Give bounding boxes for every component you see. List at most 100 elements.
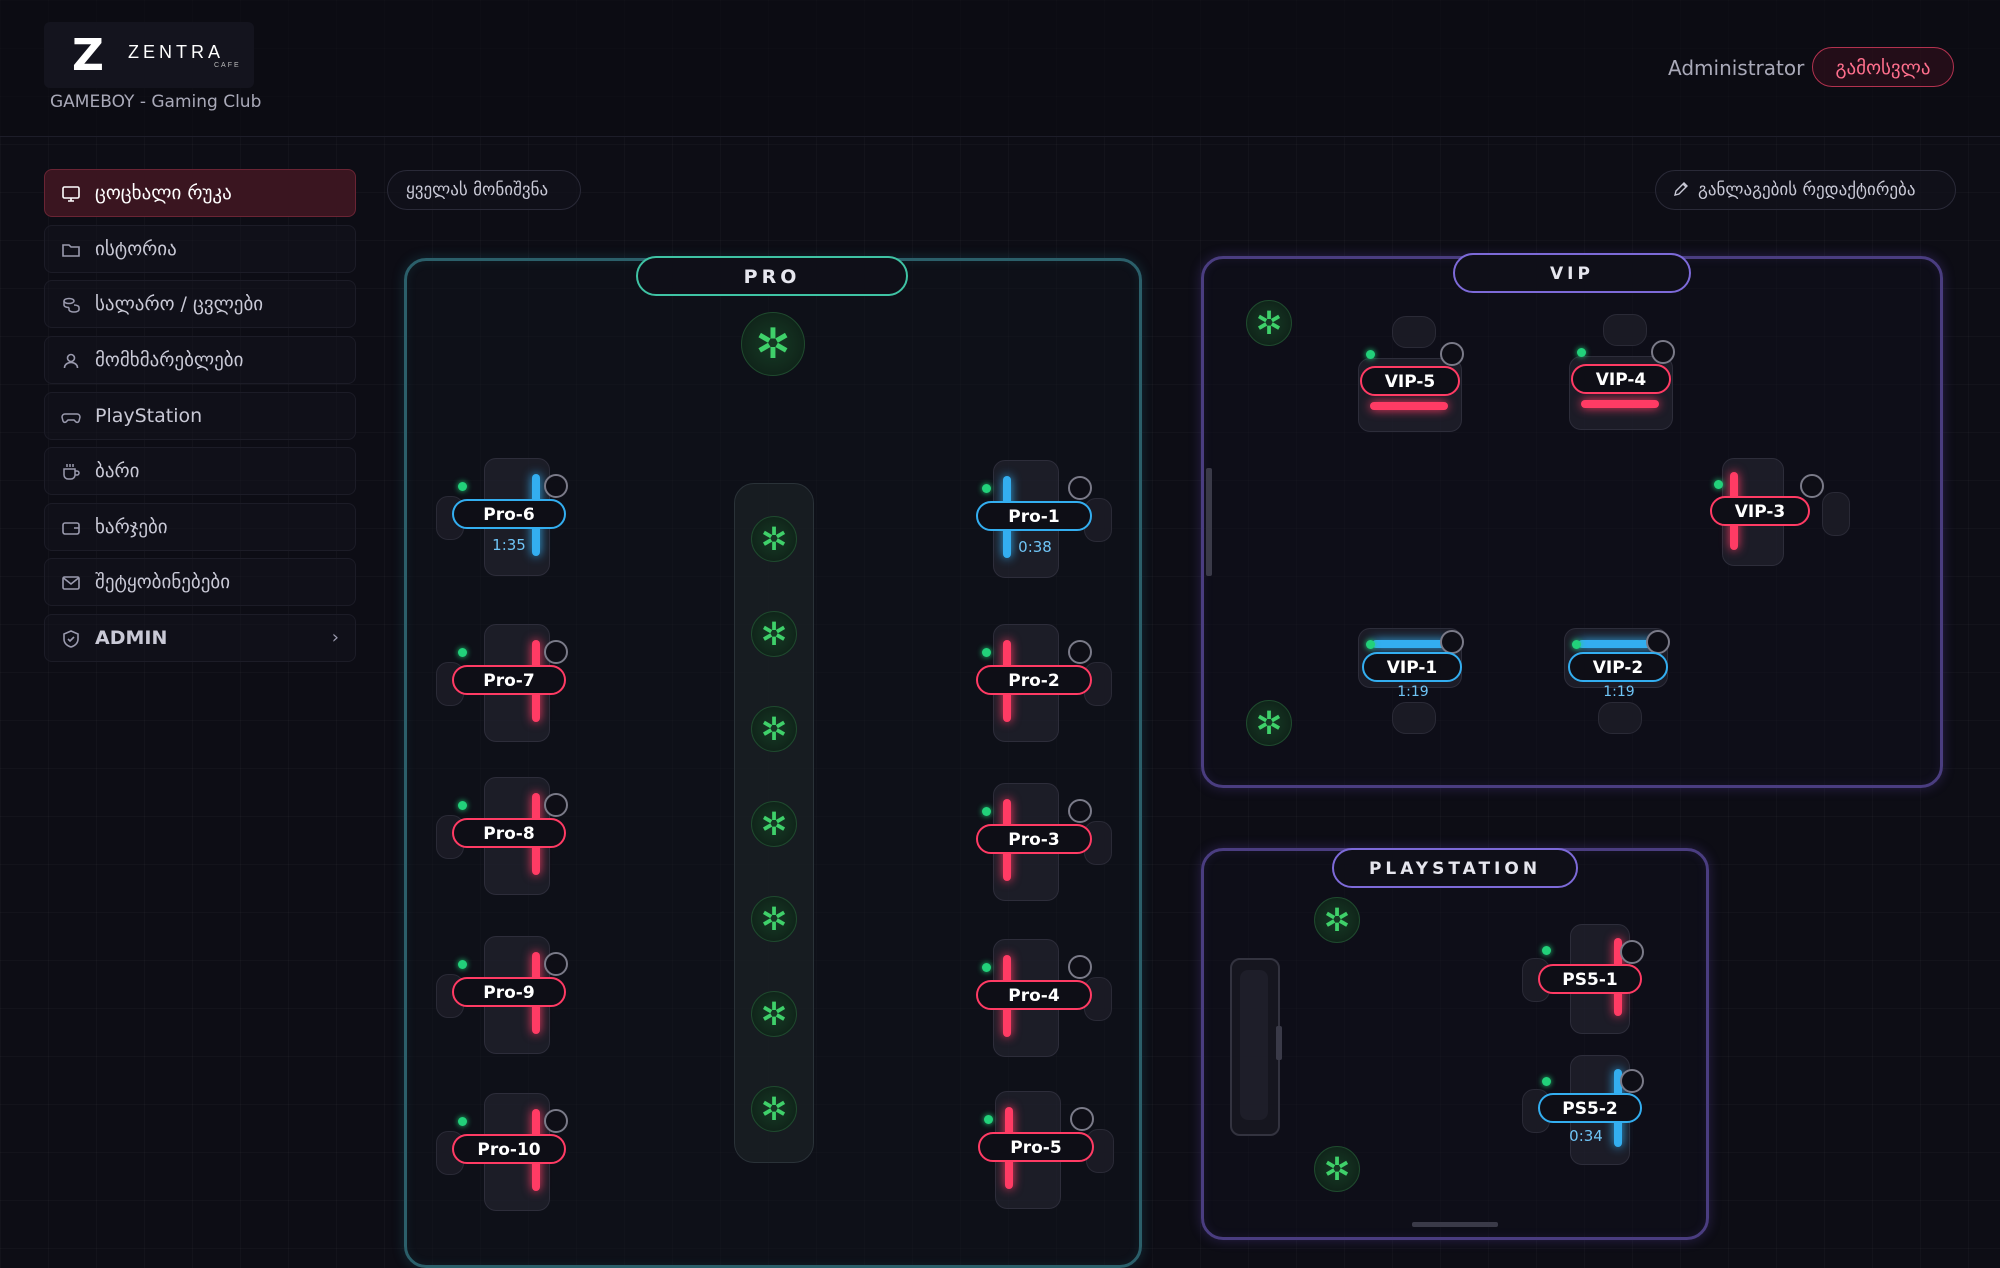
stool [1603,314,1647,346]
sidebar-item-live-map[interactable]: ცოცხალი რუკა [44,169,356,217]
select-checkbox[interactable] [544,1109,568,1133]
online-dot [982,963,991,972]
sidebar-item-messages[interactable]: შეტყობინებები [44,558,356,606]
station-label: Pro-9 [452,977,566,1007]
sidebar-item-history[interactable]: ისტორია [44,225,356,273]
sidebar-item-admin[interactable]: ADMIN › [44,614,356,662]
select-checkbox[interactable] [1620,940,1644,964]
station-label: Pro-5 [978,1132,1094,1162]
sofa-cushion [1240,970,1268,1120]
online-dot [1542,946,1551,955]
sidebar-item-cashier[interactable]: სალარო / ცვლები [44,280,356,328]
sidebar-item-label: შეტყობინებები [95,571,231,593]
station-label: VIP-1 [1362,652,1462,682]
sidebar-item-playstation[interactable]: PlayStation [44,392,356,440]
select-checkbox[interactable] [1068,476,1092,500]
online-dot [458,1117,467,1126]
station-label: Pro-8 [452,818,566,848]
user-icon [61,351,81,371]
plant-icon: ✲ [1246,700,1292,746]
select-checkbox[interactable] [1646,630,1670,654]
plant-icon: ✲ [751,991,797,1037]
station-label: VIP-2 [1568,652,1668,682]
monitor-icon [61,184,81,204]
plant-icon: ✲ [751,516,797,562]
online-dot [1577,348,1586,357]
station-label: VIP-5 [1360,366,1460,396]
zone-title-pro: PRO [636,256,908,296]
logout-button[interactable]: გამოსვლა [1812,47,1954,87]
select-checkbox[interactable] [1440,630,1464,654]
select-checkbox[interactable] [544,952,568,976]
logo-z-mark: Z [72,30,104,81]
zone-title-vip: VIP [1453,253,1691,293]
sidebar-item-bar[interactable]: ბარი [44,447,356,495]
online-dot [982,484,991,493]
select-all-button[interactable]: ყველას მონიშვნა [387,170,581,210]
sidebar-item-label: მომხმარებლები [95,349,244,371]
plant-icon: ✲ [1314,897,1360,943]
status-bar [1581,400,1659,408]
sidebar-item-label: ADMIN [95,627,168,649]
online-dot [984,1115,993,1124]
select-checkbox[interactable] [1651,340,1675,364]
sidebar-item-expenses[interactable]: ხარჯები [44,503,356,551]
select-checkbox[interactable] [1068,799,1092,823]
user-name: Administrator [1668,56,1805,80]
edit-layout-button[interactable]: განლაგების რედაქტირება [1655,170,1956,210]
station-label: Pro-1 [976,501,1092,531]
plant-icon: ✲ [751,1086,797,1132]
online-dot [1542,1077,1551,1086]
plant-icon: ✲ [751,611,797,657]
station-label: Pro-2 [976,665,1092,695]
sidebar-item-label: ხარჯები [95,516,168,538]
sidebar-item-label: PlayStation [95,405,203,427]
online-dot [982,807,991,816]
stool [1392,702,1436,734]
station-label: Pro-10 [452,1134,566,1164]
select-checkbox[interactable] [544,640,568,664]
tv-stand [1276,1026,1282,1060]
select-checkbox[interactable] [544,474,568,498]
plant-icon: ✲ [741,312,805,376]
brand-sub: CAFE [214,62,241,69]
station-label: VIP-4 [1571,364,1671,394]
status-bar [1370,402,1448,410]
online-dot [1366,350,1375,359]
select-checkbox[interactable] [1800,474,1824,498]
edit-layout-label: განლაგების რედაქტირება [1698,180,1916,200]
sidebar-item-label: ბარი [95,460,140,482]
plant-icon: ✲ [751,706,797,752]
chevron-right-icon: › [331,627,339,648]
select-checkbox[interactable] [1620,1069,1644,1093]
sofa [1230,958,1280,1136]
folder-icon [61,240,81,260]
station-timer: 1:35 [492,536,526,554]
online-dot [1714,480,1723,489]
plant-icon: ✲ [751,896,797,942]
stool [1598,702,1642,734]
coins-icon [61,295,81,315]
sidebar-item-label: ცოცხალი რუკა [95,182,232,204]
select-checkbox[interactable] [544,793,568,817]
select-checkbox[interactable] [1068,955,1092,979]
sidebar-item-label: ისტორია [95,238,177,260]
mail-icon [61,573,81,593]
station-label: Pro-4 [976,980,1092,1010]
select-checkbox[interactable] [1068,640,1092,664]
status-bar [1372,640,1450,648]
online-dot [982,648,991,657]
gamepad-icon [61,407,81,427]
online-dot [1366,640,1375,649]
station-label: VIP-3 [1710,496,1810,526]
sidebar-item-users[interactable]: მომხმარებლები [44,336,356,384]
online-dot [458,482,467,491]
station-timer: 0:38 [1018,538,1052,556]
club-name: GAMEBOY - Gaming Club [50,92,262,112]
select-checkbox[interactable] [1440,342,1464,366]
top-header: Z ZENTRA CAFE GAMEBOY - Gaming Club Admi… [0,0,2000,137]
cup-icon [61,462,81,482]
sidebar-item-label: სალარო / ცვლები [95,293,264,315]
select-checkbox[interactable] [1070,1107,1094,1131]
station-label: Pro-7 [452,665,566,695]
